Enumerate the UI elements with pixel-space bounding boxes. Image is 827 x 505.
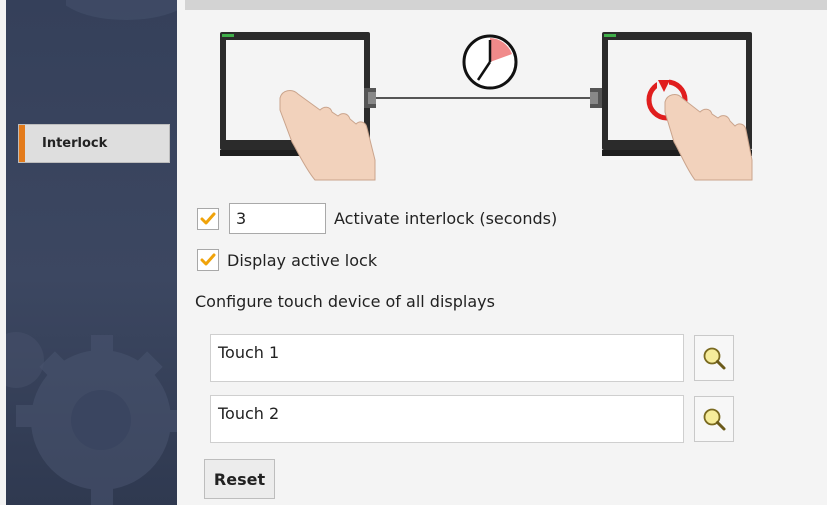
checkmark-icon bbox=[200, 253, 216, 266]
display-active-lock-checkbox[interactable] bbox=[197, 249, 219, 271]
magnifier-icon bbox=[703, 408, 726, 431]
selection-accent bbox=[19, 125, 25, 162]
clock-icon bbox=[462, 34, 518, 90]
sidebar: Interlock bbox=[6, 0, 177, 505]
display-lock-row: Display active lock bbox=[197, 249, 377, 271]
magnifier-icon bbox=[703, 347, 726, 370]
activate-interlock-label: Activate interlock (seconds) bbox=[334, 209, 558, 228]
gear-watermark-icon bbox=[6, 332, 177, 505]
touch-device-1-search-button[interactable] bbox=[694, 335, 734, 381]
touch-device-2-field[interactable]: Touch 2 bbox=[210, 395, 684, 443]
sidebar-item-label: Interlock bbox=[42, 136, 108, 151]
interlock-seconds-input[interactable] bbox=[229, 203, 326, 234]
activate-interlock-checkbox[interactable] bbox=[197, 207, 219, 230]
reset-button[interactable]: Reset bbox=[204, 459, 275, 499]
touch-config-heading: Configure touch device of all displays bbox=[195, 292, 495, 311]
display-active-lock-label: Display active lock bbox=[227, 250, 378, 270]
touch-device-2-search-button[interactable] bbox=[694, 396, 734, 442]
checkmark-icon bbox=[200, 212, 216, 224]
activate-interlock-row: Activate interlock (seconds) bbox=[197, 203, 557, 234]
top-strip bbox=[185, 0, 827, 10]
decorative-shape bbox=[66, 0, 177, 20]
interlock-illustration bbox=[220, 32, 753, 181]
sidebar-item-interlock[interactable]: Interlock bbox=[18, 124, 170, 163]
touch-device-1-field[interactable]: Touch 1 bbox=[210, 334, 684, 382]
